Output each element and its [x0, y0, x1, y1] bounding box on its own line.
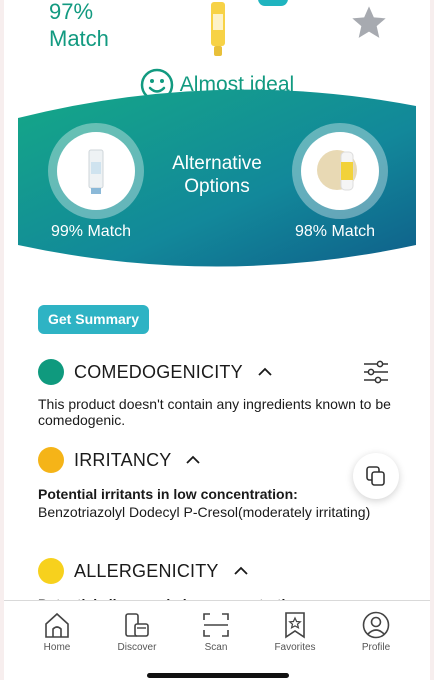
profile-icon: [362, 611, 390, 639]
discover-icon: [125, 613, 149, 637]
alternatives-title: Alternative Options: [150, 152, 284, 198]
get-summary-button[interactable]: Get Summary: [38, 305, 150, 334]
copy-icon: [366, 466, 385, 486]
tab-home[interactable]: Home: [22, 611, 92, 653]
tab-discover[interactable]: Discover: [102, 611, 172, 653]
alternatives-title-line2: Options: [184, 176, 250, 197]
home-indicator: [147, 673, 289, 678]
allergenicity-header[interactable]: ALLERGENICITY: [38, 558, 249, 584]
comedogenicity-header[interactable]: COMEDOGENICITY: [38, 359, 273, 385]
tab-home-label: Home: [43, 642, 71, 653]
tab-favorites[interactable]: Favorites: [260, 611, 330, 653]
home-icon: [45, 612, 69, 638]
product-tube-image: [211, 2, 225, 56]
allergenicity-title: ALLERGENICITY: [74, 560, 219, 581]
top-badge: [258, 0, 288, 6]
scan-icon: [203, 613, 229, 637]
tab-profile-label: Profile: [361, 642, 391, 653]
tab-scan[interactable]: Scan: [181, 611, 251, 653]
irritancy-heading: Potential irritants in low concentration…: [38, 486, 298, 502]
bottom-tab-bar: Home Discover Scan Favorites Profile: [4, 600, 430, 680]
alternative-product-left[interactable]: [48, 123, 144, 219]
chevron-up-icon: [234, 566, 248, 575]
alternative-right-image: [317, 150, 357, 191]
alternative-product-right[interactable]: [292, 123, 388, 219]
match-word: Match: [49, 26, 109, 51]
irritancy-dot: [38, 447, 64, 473]
tab-profile[interactable]: Profile: [341, 611, 411, 653]
comedogenicity-dot: [38, 359, 64, 385]
tab-scan-label: Scan: [204, 642, 228, 653]
match-percentage: 97% Match: [49, 0, 109, 52]
alternatives-title-line1: Alternative: [172, 153, 262, 174]
chevron-up-icon: [186, 455, 201, 464]
filter-settings-icon[interactable]: [363, 360, 389, 384]
irritancy-title: IRRITANCY: [74, 449, 172, 470]
alternative-left-match: 99% Match: [51, 223, 132, 240]
tab-favorites-label: Favorites: [274, 642, 316, 653]
favorite-star-icon[interactable]: [349, 3, 389, 43]
comedogenicity-title: COMEDOGENICITY: [74, 361, 243, 382]
match-value: 97%: [49, 0, 94, 24]
irritancy-header[interactable]: IRRITANCY: [38, 447, 201, 473]
alternative-right-match: 98% Match: [295, 223, 376, 240]
comedogenicity-text: This product doesn't contain any ingredi…: [38, 396, 391, 428]
irritancy-text: Benzotriazolyl Dodecyl P-Cresol(moderate…: [38, 504, 371, 520]
chevron-up-icon: [258, 367, 272, 376]
allergenicity-dot: [38, 558, 64, 584]
favorites-icon: [285, 612, 305, 639]
alternative-left-image: [88, 149, 104, 194]
tab-discover-label: Discover: [117, 642, 157, 653]
